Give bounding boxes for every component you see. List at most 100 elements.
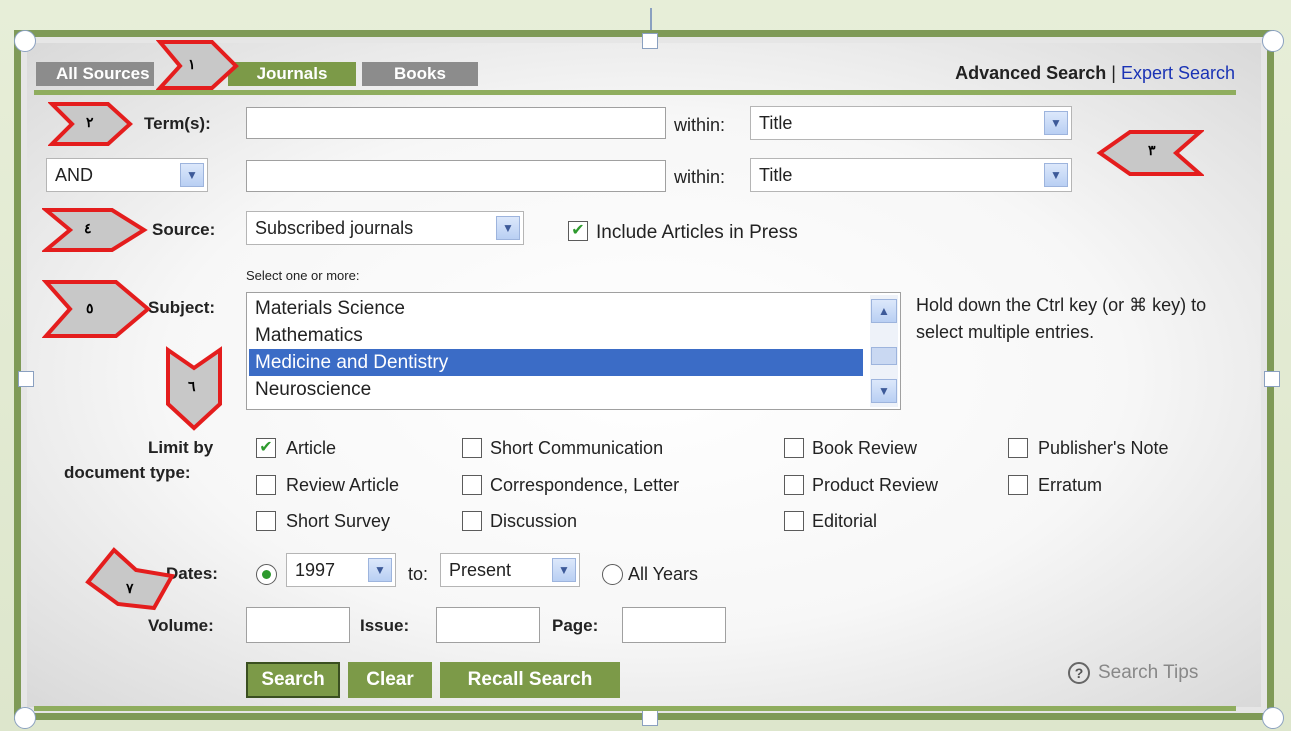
chevron-down-icon: ▼ — [368, 558, 392, 582]
doctype-erratum-checkbox[interactable] — [1008, 475, 1028, 495]
slide-canvas: All Sources Journals Books Advanced Sear… — [0, 0, 1291, 731]
doctype-book-review-checkbox[interactable] — [784, 438, 804, 458]
tab-all-sources[interactable]: All Sources — [36, 62, 154, 86]
help-icon: ? — [1068, 662, 1090, 684]
doctype-correspondence-checkbox[interactable] — [462, 475, 482, 495]
date-range-radio[interactable] — [256, 564, 277, 585]
doctype-editorial-checkbox[interactable] — [784, 511, 804, 531]
subject-listbox[interactable]: Materials Science Mathematics Medicine a… — [246, 292, 901, 410]
within-select-1[interactable]: Title ▼ — [750, 106, 1072, 140]
source-label: Source: — [152, 220, 216, 239]
listbox-scrollbar[interactable]: ▲ ▼ — [870, 295, 898, 407]
tab-books[interactable]: Books — [362, 62, 478, 86]
resize-handle-top[interactable] — [642, 33, 658, 49]
list-item[interactable]: Mathematics — [249, 322, 863, 349]
tab-journals-label: Journals — [256, 64, 328, 83]
source-value: Subscribed journals — [255, 218, 414, 238]
year-to-select[interactable]: Present ▼ — [440, 553, 580, 587]
boolean-operator-select[interactable]: AND ▼ — [46, 158, 208, 192]
resize-handle-bottom[interactable] — [642, 710, 658, 726]
doctype-label: Product Review — [812, 475, 939, 495]
doctype-discussion-checkbox[interactable] — [462, 511, 482, 531]
resize-handle-bottom-left[interactable] — [14, 707, 36, 729]
issue-input[interactable] — [436, 607, 540, 643]
page-input[interactable] — [622, 607, 726, 643]
volume-label: Volume: — [148, 616, 214, 635]
recall-button-label: Recall Search — [467, 669, 593, 690]
link-separator: | — [1111, 63, 1116, 83]
volume-input[interactable] — [246, 607, 350, 643]
multi-select-help: Hold down the Ctrl key (or ⌘ key) to sel… — [916, 295, 1207, 342]
search-button-label: Search — [261, 669, 325, 690]
resize-handle-top-right[interactable] — [1262, 30, 1284, 52]
all-years-label: All Years — [628, 564, 699, 584]
year-to-value: Present — [449, 560, 512, 580]
subject-label: Subject: — [148, 298, 216, 317]
doctype-publishers-note-checkbox[interactable] — [1008, 438, 1028, 458]
doctype-label: Publisher's Note — [1038, 438, 1169, 458]
doctype-review-article-checkbox[interactable] — [256, 475, 276, 495]
page-label: Page: — [552, 616, 599, 635]
clear-button[interactable]: Clear — [348, 662, 432, 698]
resize-handle-right[interactable] — [1264, 371, 1280, 387]
rotation-line — [650, 8, 652, 32]
search-tips-label: Search Tips — [1098, 662, 1199, 683]
year-from-select[interactable]: 1997 ▼ — [286, 553, 396, 587]
doctype-product-review-checkbox[interactable] — [784, 475, 804, 495]
annotation-marker-4 — [42, 208, 148, 252]
tab-journals[interactable]: Journals — [228, 62, 356, 86]
within-label-1: within: — [674, 115, 726, 135]
resize-handle-bottom-right[interactable] — [1262, 707, 1284, 729]
doc-type-label-line1: Limit by — [148, 438, 214, 457]
marker-3-digit: ٣ — [1148, 142, 1156, 158]
within-label-2: within: — [674, 167, 726, 187]
all-years-radio[interactable] — [602, 564, 623, 585]
annotation-marker-1 — [156, 40, 239, 90]
advanced-search-label: Advanced Search — [955, 63, 1107, 83]
marker-2-digit: ٢ — [86, 114, 94, 130]
search-button[interactable]: Search — [246, 662, 340, 698]
doctype-article-checkbox[interactable]: ✔ — [256, 438, 276, 458]
scrollbar-thumb[interactable] — [871, 347, 897, 365]
clear-button-label: Clear — [366, 669, 414, 690]
within-select-1-value: Title — [759, 113, 793, 133]
terms-label: Term(s): — [144, 114, 211, 133]
marker-6-digit: ٦ — [188, 378, 196, 394]
term-input-1[interactable] — [246, 107, 666, 139]
marker-5-digit: ٥ — [86, 300, 94, 316]
to-label: to: — [408, 564, 429, 584]
chevron-down-icon: ▼ — [1044, 163, 1068, 187]
include-in-press-checkbox[interactable]: ✔ — [568, 221, 588, 241]
recall-search-button[interactable]: Recall Search — [440, 662, 620, 698]
year-from-value: 1997 — [295, 560, 336, 580]
doc-type-label-line2: document type: — [64, 463, 191, 482]
doctype-label: Editorial — [812, 511, 878, 531]
chevron-up-icon[interactable]: ▲ — [871, 299, 897, 323]
source-select[interactable]: Subscribed journals ▼ — [246, 211, 524, 245]
marker-1-digit: ١ — [188, 56, 196, 72]
expert-search-link[interactable]: Expert Search — [1121, 63, 1235, 83]
doctype-label: Correspondence, Letter — [490, 475, 680, 495]
list-item[interactable]: Materials Science — [249, 295, 863, 322]
search-tips-link[interactable]: ? Search Tips — [1068, 662, 1198, 684]
chevron-down-icon: ▼ — [180, 163, 204, 187]
doctype-label: Book Review — [812, 438, 918, 458]
search-mode-links: Advanced Search | Expert Search — [955, 63, 1235, 84]
chevron-down-icon: ▼ — [552, 558, 576, 582]
annotation-marker-5 — [42, 280, 152, 338]
chevron-down-icon: ▼ — [496, 216, 520, 240]
resize-handle-left[interactable] — [18, 371, 34, 387]
list-item[interactable]: Neuroscience — [249, 376, 863, 403]
list-item-selected[interactable]: Medicine and Dentistry — [249, 349, 863, 376]
resize-handle-top-left[interactable] — [14, 30, 36, 52]
within-select-2[interactable]: Title ▼ — [750, 158, 1072, 192]
chevron-down-icon[interactable]: ▼ — [871, 379, 897, 403]
select-one-or-more-hint: Select one or more: — [246, 268, 360, 283]
doctype-label: Short Communication — [490, 438, 664, 458]
doctype-label: Erratum — [1038, 475, 1103, 495]
doctype-short-survey-checkbox[interactable] — [256, 511, 276, 531]
term-input-2[interactable] — [246, 160, 666, 192]
tab-all-sources-label: All Sources — [56, 64, 150, 83]
doctype-short-communication-checkbox[interactable] — [462, 438, 482, 458]
include-in-press-label: Include Articles in Press — [596, 222, 798, 243]
